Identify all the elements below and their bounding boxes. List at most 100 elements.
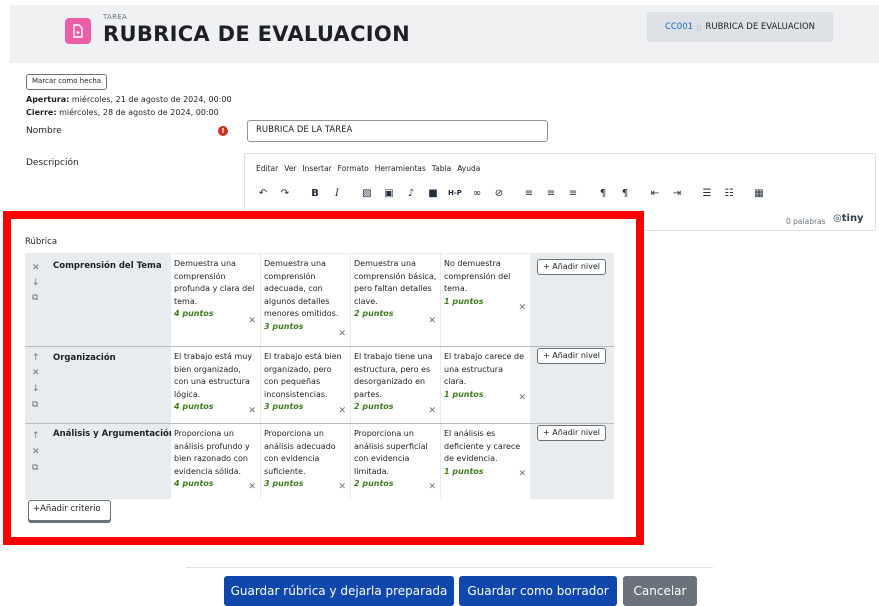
level-points: 2 puntos: [354, 402, 394, 412]
undo-icon[interactable]: ↶: [252, 186, 274, 200]
bold-icon[interactable]: B: [304, 186, 326, 200]
duplicate-icon[interactable]: ⧉: [32, 400, 38, 410]
add-level-button[interactable]: + Añadir nivel: [537, 348, 606, 364]
level-cell[interactable]: El trabajo está muy bien organizado, con…: [171, 347, 260, 423]
align-right-icon[interactable]: ≡: [562, 186, 584, 200]
level-cell[interactable]: Proporciona un análisis adecuado con evi…: [261, 424, 350, 499]
delete-level-icon[interactable]: ✕: [248, 405, 256, 418]
delete-icon[interactable]: ✕: [32, 368, 40, 378]
duplicate-icon[interactable]: ⧉: [32, 293, 38, 303]
mark-done-button[interactable]: Marcar como hecha: [26, 74, 108, 90]
level-cell[interactable]: El trabajo tiene una estructura, pero es…: [351, 347, 440, 423]
italic-icon[interactable]: I: [326, 186, 348, 200]
move-down-icon[interactable]: ↓: [32, 384, 40, 394]
delete-level-icon[interactable]: ✕: [518, 392, 526, 405]
level-cell[interactable]: El trabajo carece de una estructura clar…: [441, 347, 530, 423]
delete-level-icon[interactable]: ✕: [248, 481, 256, 494]
menu-insertar[interactable]: Insertar: [302, 164, 331, 173]
breadcrumb-course-link[interactable]: CC001: [665, 22, 693, 32]
opening-value: miércoles, 21 de agosto de 2024, 00:00: [69, 95, 232, 104]
level-cell[interactable]: Proporciona un análisis profundo y bien …: [171, 424, 260, 499]
name-input[interactable]: RUBRICA DE LA TAREA: [247, 120, 548, 142]
criterion-name[interactable]: Organización: [53, 353, 116, 363]
bullet-list-icon[interactable]: ☰: [696, 186, 718, 200]
link-icon[interactable]: ∞: [466, 186, 488, 200]
delete-level-icon[interactable]: ✕: [248, 315, 256, 328]
breadcrumb-separator-icon: ▯: [697, 22, 702, 32]
menu-ver[interactable]: Ver: [284, 164, 296, 173]
menu-herramientas[interactable]: Herramientas: [375, 164, 426, 173]
level-description: El trabajo está muy bien organizado, con…: [174, 352, 253, 399]
move-up-icon[interactable]: ↑: [32, 353, 40, 363]
move-up-icon[interactable]: ↑: [32, 431, 40, 441]
image-icon[interactable]: ▨: [356, 186, 378, 200]
level-points: 3 puntos: [264, 321, 304, 331]
level-points: 1 puntos: [444, 389, 484, 399]
delete-icon[interactable]: ✕: [32, 263, 40, 273]
numbered-list-icon[interactable]: ☷: [718, 186, 740, 200]
cancel-button[interactable]: Cancelar: [623, 576, 697, 606]
microphone-icon[interactable]: ♪: [400, 186, 422, 200]
criterion-name[interactable]: Análisis y Argumentación: [53, 429, 175, 439]
breadcrumb: CC001 ▯ RUBRICA DE EVALUACION: [647, 12, 833, 42]
add-level-button[interactable]: + Añadir nivel: [537, 425, 606, 441]
delete-level-icon[interactable]: ✕: [428, 405, 436, 418]
criterion-row: ✕ ↓ ⧉ Comprensión del Tema Demuestra una…: [25, 253, 614, 346]
delete-level-icon[interactable]: ✕: [428, 481, 436, 494]
delete-level-icon[interactable]: ✕: [518, 468, 526, 481]
level-cell[interactable]: Demuestra una comprensión adecuada, con …: [261, 254, 350, 346]
delete-level-icon[interactable]: ✕: [338, 481, 346, 494]
indent-icon[interactable]: ⇥: [666, 186, 688, 200]
menu-tabla[interactable]: Tabla: [432, 164, 451, 173]
name-label: Nombre: [26, 126, 62, 136]
delete-level-icon[interactable]: ✕: [428, 315, 436, 328]
save-draft-button[interactable]: Guardar como borrador: [459, 576, 617, 606]
level-cell[interactable]: No demuestra comprensión del tema. 1 pun…: [441, 254, 530, 346]
calculator-icon[interactable]: ▦: [748, 186, 770, 200]
criterion-name[interactable]: Comprensión del Tema: [53, 261, 162, 271]
level-points: 3 puntos: [264, 479, 304, 489]
move-down-icon[interactable]: ↓: [32, 278, 40, 288]
level-cell[interactable]: El trabajo está bien organizado, pero co…: [261, 347, 350, 423]
closing-value: miércoles, 28 de agosto de 2024, 00:00: [56, 108, 219, 117]
assignment-icon: [65, 18, 91, 44]
closing-label: Cierre:: [26, 108, 57, 117]
delete-icon[interactable]: ✕: [32, 447, 40, 457]
align-center-icon[interactable]: ≡: [540, 186, 562, 200]
duplicate-icon[interactable]: ⧉: [32, 463, 38, 473]
menu-editar[interactable]: Editar: [256, 164, 278, 173]
delete-level-icon[interactable]: ✕: [518, 302, 526, 315]
level-cell[interactable]: El análisis es deficiente y carece de ev…: [441, 424, 530, 499]
align-left-icon[interactable]: ≡: [518, 186, 540, 200]
video-camera-icon[interactable]: ■: [422, 186, 444, 200]
level-description: El trabajo carece de una estructura clar…: [444, 352, 524, 387]
level-cell[interactable]: Demuestra una comprensión profunda y cla…: [171, 254, 260, 346]
outdent-icon[interactable]: ⇤: [644, 186, 666, 200]
menu-ayuda[interactable]: Ayuda: [457, 164, 480, 173]
add-level-button[interactable]: + Añadir nivel: [537, 259, 606, 275]
level-cell[interactable]: Proporciona un análisis superficial con …: [351, 424, 440, 499]
save-ready-button[interactable]: Guardar rúbrica y dejarla preparada: [224, 576, 454, 606]
media-icon[interactable]: ▣: [378, 186, 400, 200]
description-label: Descripción: [26, 158, 79, 168]
h5p-icon[interactable]: H-P: [444, 186, 466, 200]
tiny-brand-text: tiny: [841, 213, 864, 224]
unlink-icon[interactable]: ⊘: [488, 186, 510, 200]
rubric-table: ✕ ↓ ⧉ Comprensión del Tema Demuestra una…: [25, 253, 614, 499]
level-description: El análisis es deficiente y carece de ev…: [444, 429, 521, 464]
ltr-icon[interactable]: ¶: [592, 186, 614, 200]
delete-level-icon[interactable]: ✕: [338, 405, 346, 418]
level-points: 4 puntos: [174, 479, 214, 489]
delete-level-icon[interactable]: ✕: [338, 328, 346, 341]
module-type-label: TAREA: [103, 13, 128, 21]
redo-icon[interactable]: ↷: [274, 186, 296, 200]
add-criterion-button[interactable]: +Añadir criterio: [28, 500, 111, 521]
level-cell[interactable]: Demuestra una comprensión básica, pero f…: [351, 254, 440, 346]
menu-formato[interactable]: Formato: [338, 164, 369, 173]
level-points: 1 puntos: [444, 296, 484, 306]
level-points: 4 puntos: [174, 309, 214, 319]
level-description: Proporciona un análisis profundo y bien …: [174, 429, 250, 476]
level-points: 2 puntos: [354, 309, 394, 319]
rtl-icon[interactable]: ¶: [614, 186, 636, 200]
footer-divider: [186, 567, 713, 568]
